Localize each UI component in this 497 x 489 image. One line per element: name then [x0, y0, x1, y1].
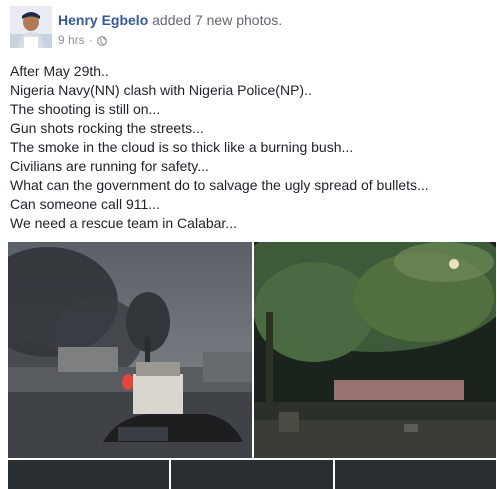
post-line: After May 29th.. — [10, 63, 109, 79]
post-line: We need a rescue team in Calabar... — [10, 215, 237, 231]
author-name[interactable]: Henry Egbelo — [58, 12, 148, 28]
post-header: Henry Egbelo added 7 new photos. 9 hrs · — [10, 6, 490, 48]
photo-thumbnail-strip — [8, 460, 496, 489]
post-action-text: added 7 new photos. — [152, 12, 283, 28]
photo-night-street[interactable] — [254, 242, 496, 458]
post-message: After May 29th.. Nigeria Navy(NN) clash … — [10, 62, 490, 233]
post-line: The shooting is still on... — [10, 101, 161, 117]
post-meta: 9 hrs · — [58, 33, 107, 47]
post-line: Gun shots rocking the streets... — [10, 120, 204, 136]
photo-street-smoke[interactable] — [8, 242, 252, 458]
post-line: What can the government do to salvage th… — [10, 177, 429, 193]
post-line: Civilians are running for safety... — [10, 158, 209, 174]
avatar[interactable] — [10, 6, 52, 48]
post-line: Can someone call 911... — [10, 196, 160, 212]
avatar-image — [10, 6, 52, 48]
author-line: Henry Egbelo added 7 new photos. — [58, 12, 282, 28]
photo-thumbnail[interactable] — [334, 460, 496, 489]
globe-icon[interactable] — [96, 35, 107, 46]
post-line: The smoke in the cloud is so thick like … — [10, 139, 354, 155]
meta-separator: · — [88, 33, 93, 47]
timestamp[interactable]: 9 hrs — [58, 33, 85, 47]
photo-thumbnail[interactable] — [8, 460, 170, 489]
photo-grid — [8, 242, 496, 489]
post-line: Nigeria Navy(NN) clash with Nigeria Poli… — [10, 82, 312, 98]
photo-thumbnail[interactable] — [171, 460, 333, 489]
